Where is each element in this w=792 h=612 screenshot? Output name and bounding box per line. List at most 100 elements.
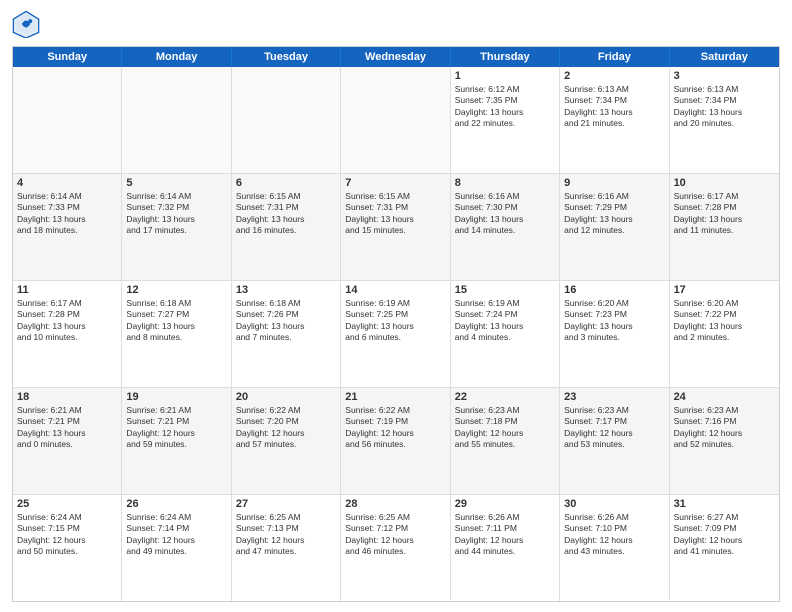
- cell-info: Sunrise: 6:17 AMSunset: 7:28 PMDaylight:…: [674, 191, 775, 237]
- day-number: 25: [17, 498, 117, 510]
- day-number: 3: [674, 70, 775, 82]
- logo-icon: [12, 10, 40, 38]
- day-number: 29: [455, 498, 555, 510]
- cell-info: Sunrise: 6:15 AMSunset: 7:31 PMDaylight:…: [345, 191, 445, 237]
- cell-info: Sunrise: 6:18 AMSunset: 7:26 PMDaylight:…: [236, 298, 336, 344]
- cal-cell: 18 Sunrise: 6:21 AMSunset: 7:21 PMDayligh…: [13, 388, 122, 494]
- day-number: 30: [564, 498, 664, 510]
- cal-cell: 27 Sunrise: 6:25 AMSunset: 7:13 PMDayligh…: [232, 495, 341, 601]
- cal-cell: 4Sunrise: 6:14 AMSunset: 7:33 PMDaylight…: [13, 174, 122, 280]
- header-day-thursday: Thursday: [451, 47, 560, 67]
- calendar: SundayMondayTuesdayWednesdayThursdayFrid…: [12, 46, 780, 602]
- cal-cell: [122, 67, 231, 173]
- day-number: 10: [674, 177, 775, 189]
- header-day-saturday: Saturday: [670, 47, 779, 67]
- day-number: 1: [455, 70, 555, 82]
- cell-info: Sunrise: 6:27 AMSunset: 7:09 PMDaylight:…: [674, 512, 775, 558]
- cell-info: Sunrise: 6:18 AMSunset: 7:27 PMDaylight:…: [126, 298, 226, 344]
- day-number: 11: [17, 284, 117, 296]
- cal-cell: [341, 67, 450, 173]
- cell-info: Sunrise: 6:19 AMSunset: 7:24 PMDaylight:…: [455, 298, 555, 344]
- calendar-header: SundayMondayTuesdayWednesdayThursdayFrid…: [13, 47, 779, 67]
- day-number: 18: [17, 391, 117, 403]
- cal-cell: 31Sunrise: 6:27 AMSunset: 7:09 PMDayligh…: [670, 495, 779, 601]
- cal-cell: 15Sunrise: 6:19 AMSunset: 7:24 PMDayligh…: [451, 281, 560, 387]
- cal-cell: 20 Sunrise: 6:22 AMSunset: 7:20 PMDayligh…: [232, 388, 341, 494]
- cal-cell: 23Sunrise: 6:23 AMSunset: 7:17 PMDayligh…: [560, 388, 669, 494]
- cell-info: Sunrise: 6:20 AMSunset: 7:23 PMDaylight:…: [564, 298, 664, 344]
- cal-cell: 25 Sunrise: 6:24 AMSunset: 7:15 PMDayligh…: [13, 495, 122, 601]
- day-number: 27: [236, 498, 336, 510]
- cell-info: Sunrise: 6:13 AMSunset: 7:34 PMDaylight:…: [674, 84, 775, 130]
- cal-cell: 14 Sunrise: 6:19 AMSunset: 7:25 PMDayligh…: [341, 281, 450, 387]
- day-number: 9: [564, 177, 664, 189]
- cal-cell: 12 Sunrise: 6:18 AMSunset: 7:27 PMDayligh…: [122, 281, 231, 387]
- cell-info: Sunrise: 6:21 AMSunset: 7:21 PMDaylight:…: [126, 405, 226, 451]
- cell-info: Sunrise: 6:25 AMSunset: 7:13 PMDaylight:…: [236, 512, 336, 558]
- cal-cell: [13, 67, 122, 173]
- cell-info: Sunrise: 6:12 AMSunset: 7:35 PMDaylight:…: [455, 84, 555, 130]
- day-number: 26: [126, 498, 226, 510]
- cal-cell: 3 Sunrise: 6:13 AMSunset: 7:34 PMDaylight…: [670, 67, 779, 173]
- day-number: 12: [126, 284, 226, 296]
- cal-cell: 6Sunrise: 6:15 AMSunset: 7:31 PMDaylight…: [232, 174, 341, 280]
- day-number: 22: [455, 391, 555, 403]
- week-row-2: 4Sunrise: 6:14 AMSunset: 7:33 PMDaylight…: [13, 174, 779, 281]
- cell-info: Sunrise: 6:17 AMSunset: 7:28 PMDaylight:…: [17, 298, 117, 344]
- cell-info: Sunrise: 6:24 AMSunset: 7:15 PMDaylight:…: [17, 512, 117, 558]
- day-number: 24: [674, 391, 775, 403]
- day-number: 4: [17, 177, 117, 189]
- cal-cell: 21 Sunrise: 6:22 AMSunset: 7:19 PMDayligh…: [341, 388, 450, 494]
- day-number: 8: [455, 177, 555, 189]
- cal-cell: 1 Sunrise: 6:12 AMSunset: 7:35 PMDaylight…: [451, 67, 560, 173]
- cell-info: Sunrise: 6:24 AMSunset: 7:14 PMDaylight:…: [126, 512, 226, 558]
- day-number: 20: [236, 391, 336, 403]
- cell-info: Sunrise: 6:25 AMSunset: 7:12 PMDaylight:…: [345, 512, 445, 558]
- cal-cell: 9 Sunrise: 6:16 AMSunset: 7:29 PMDaylight…: [560, 174, 669, 280]
- day-number: 21: [345, 391, 445, 403]
- cal-cell: 24 Sunrise: 6:23 AMSunset: 7:16 PMDayligh…: [670, 388, 779, 494]
- cal-cell: 22 Sunrise: 6:23 AMSunset: 7:18 PMDayligh…: [451, 388, 560, 494]
- week-row-3: 11 Sunrise: 6:17 AMSunset: 7:28 PMDayligh…: [13, 281, 779, 388]
- calendar-body: 1 Sunrise: 6:12 AMSunset: 7:35 PMDaylight…: [13, 67, 779, 601]
- week-row-4: 18 Sunrise: 6:21 AMSunset: 7:21 PMDayligh…: [13, 388, 779, 495]
- day-number: 17: [674, 284, 775, 296]
- day-number: 5: [126, 177, 226, 189]
- day-number: 6: [236, 177, 336, 189]
- header-day-monday: Monday: [122, 47, 231, 67]
- cal-cell: 30 Sunrise: 6:26 AMSunset: 7:10 PMDayligh…: [560, 495, 669, 601]
- cal-cell: 10 Sunrise: 6:17 AMSunset: 7:28 PMDayligh…: [670, 174, 779, 280]
- cal-cell: [232, 67, 341, 173]
- day-number: 14: [345, 284, 445, 296]
- cal-cell: 28 Sunrise: 6:25 AMSunset: 7:12 PMDayligh…: [341, 495, 450, 601]
- logo: [12, 10, 44, 38]
- cell-info: Sunrise: 6:16 AMSunset: 7:29 PMDaylight:…: [564, 191, 664, 237]
- cell-info: Sunrise: 6:19 AMSunset: 7:25 PMDaylight:…: [345, 298, 445, 344]
- header: [12, 10, 780, 38]
- cal-cell: 8Sunrise: 6:16 AMSunset: 7:30 PMDaylight…: [451, 174, 560, 280]
- day-number: 13: [236, 284, 336, 296]
- day-number: 2: [564, 70, 664, 82]
- cal-cell: 29Sunrise: 6:26 AMSunset: 7:11 PMDayligh…: [451, 495, 560, 601]
- day-number: 28: [345, 498, 445, 510]
- cal-cell: 11 Sunrise: 6:17 AMSunset: 7:28 PMDayligh…: [13, 281, 122, 387]
- week-row-5: 25 Sunrise: 6:24 AMSunset: 7:15 PMDayligh…: [13, 495, 779, 601]
- page: SundayMondayTuesdayWednesdayThursdayFrid…: [0, 0, 792, 612]
- day-number: 19: [126, 391, 226, 403]
- cell-info: Sunrise: 6:22 AMSunset: 7:19 PMDaylight:…: [345, 405, 445, 451]
- cell-info: Sunrise: 6:22 AMSunset: 7:20 PMDaylight:…: [236, 405, 336, 451]
- header-day-sunday: Sunday: [13, 47, 122, 67]
- cal-cell: 17 Sunrise: 6:20 AMSunset: 7:22 PMDayligh…: [670, 281, 779, 387]
- cell-info: Sunrise: 6:26 AMSunset: 7:10 PMDaylight:…: [564, 512, 664, 558]
- week-row-1: 1 Sunrise: 6:12 AMSunset: 7:35 PMDaylight…: [13, 67, 779, 174]
- cal-cell: 2Sunrise: 6:13 AMSunset: 7:34 PMDaylight…: [560, 67, 669, 173]
- cell-info: Sunrise: 6:23 AMSunset: 7:16 PMDaylight:…: [674, 405, 775, 451]
- day-number: 7: [345, 177, 445, 189]
- cell-info: Sunrise: 6:23 AMSunset: 7:17 PMDaylight:…: [564, 405, 664, 451]
- header-day-tuesday: Tuesday: [232, 47, 341, 67]
- cell-info: Sunrise: 6:23 AMSunset: 7:18 PMDaylight:…: [455, 405, 555, 451]
- cell-info: Sunrise: 6:20 AMSunset: 7:22 PMDaylight:…: [674, 298, 775, 344]
- cell-info: Sunrise: 6:21 AMSunset: 7:21 PMDaylight:…: [17, 405, 117, 451]
- cal-cell: 26 Sunrise: 6:24 AMSunset: 7:14 PMDayligh…: [122, 495, 231, 601]
- header-day-wednesday: Wednesday: [341, 47, 450, 67]
